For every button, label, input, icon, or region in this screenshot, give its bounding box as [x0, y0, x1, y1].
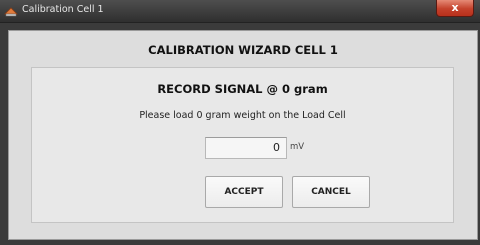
app-icon	[4, 7, 18, 17]
cancel-button[interactable]: CANCEL	[292, 176, 370, 208]
close-icon: x	[451, 1, 459, 14]
window-title: Calibration Cell 1	[22, 4, 104, 15]
step-heading: RECORD SIGNAL @ 0 gram	[157, 82, 328, 96]
wizard-title: CALIBRATION WIZARD CELL 1	[148, 43, 338, 57]
accept-button[interactable]: ACCEPT	[205, 176, 283, 208]
instruction-text: Please load 0 gram weight on the Load Ce…	[139, 110, 346, 121]
signal-value-field[interactable]: 0	[205, 137, 287, 159]
signal-unit-label: mV	[290, 142, 305, 152]
dialog-body: CALIBRATION WIZARD CELL 1 RECORD SIGNAL …	[8, 30, 478, 240]
title-bar[interactable]: Calibration Cell 1 x	[0, 0, 480, 23]
dialog-window: Calibration Cell 1 x CALIBRATION WIZARD …	[0, 0, 480, 245]
close-button[interactable]: x	[436, 0, 474, 17]
step-panel: RECORD SIGNAL @ 0 gram Please load 0 gra…	[31, 67, 454, 223]
